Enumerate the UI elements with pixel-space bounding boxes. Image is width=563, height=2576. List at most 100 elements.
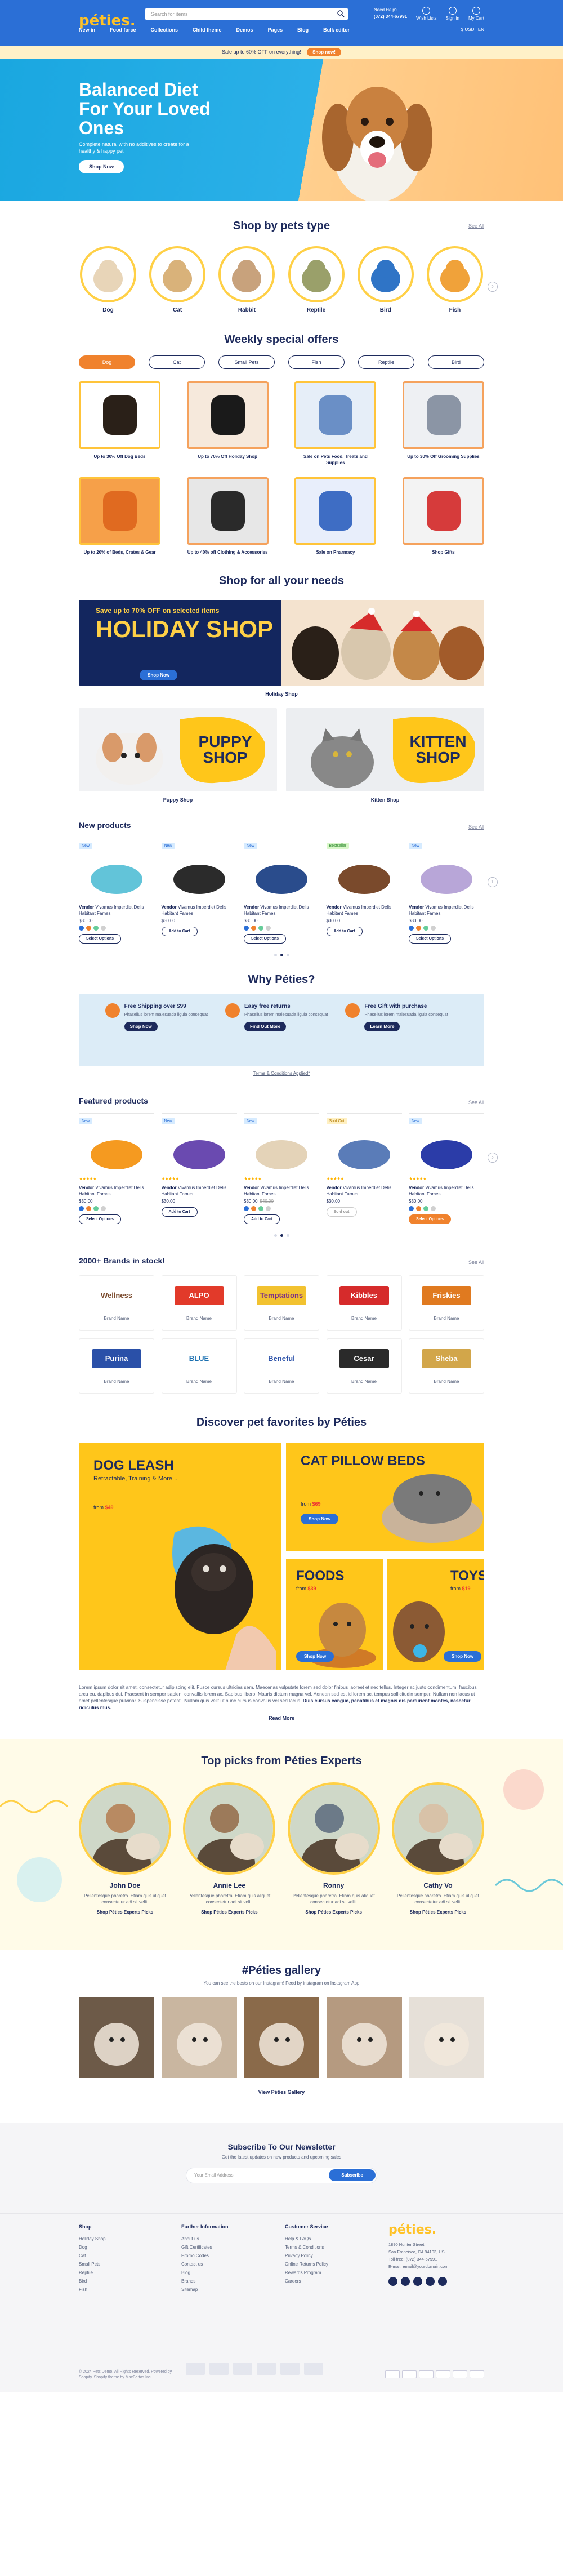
product-card[interactable]: New Vendor Vivamus Imperdiet Delis Habita… <box>161 838 237 944</box>
product-card[interactable]: New Vendor Vivamus Imperdiet Delis Habita… <box>244 838 319 944</box>
color-swatch[interactable] <box>431 926 436 931</box>
brand-card[interactable]: Wellness Brand Name <box>79 1275 154 1331</box>
offer-card[interactable]: Sale on Pets Food, Treats and Supplies <box>294 381 377 466</box>
color-swatch[interactable] <box>431 1206 436 1211</box>
brand-card[interactable]: Kibbles Brand Name <box>326 1275 402 1331</box>
product-card[interactable]: New Vendor Vivamus Imperdiet Delis Habita… <box>79 838 154 944</box>
product-image[interactable] <box>162 1127 237 1176</box>
offer-card[interactable]: Up to 30% Off Grooming Supplies <box>402 381 484 466</box>
nav-item[interactable]: Child theme <box>193 27 222 33</box>
product-cta-button[interactable]: Select Options <box>79 934 122 944</box>
product-image[interactable] <box>327 851 402 901</box>
product-title[interactable]: Vendor Vivamus Imperdiet Delis Habitant … <box>327 904 402 916</box>
toys-card[interactable]: TOYS from $19 Shop Now <box>387 1559 484 1670</box>
instagram-icon[interactable] <box>413 2277 422 2286</box>
footer-logo[interactable]: péties. <box>388 2223 436 2237</box>
page-dot[interactable] <box>286 954 289 956</box>
footer-link[interactable]: Bird <box>79 2277 106 2285</box>
color-swatch[interactable] <box>101 1206 106 1211</box>
search-input[interactable]: Search for items <box>145 8 348 20</box>
gallery-photo[interactable] <box>326 1997 402 2078</box>
footer-link[interactable]: Dog <box>79 2243 106 2252</box>
color-swatch[interactable] <box>86 1206 91 1211</box>
youtube-icon[interactable] <box>426 2277 435 2286</box>
brand-card[interactable]: Cesar Brand Name <box>326 1338 402 1394</box>
footer-link[interactable]: Promo Codes <box>181 2252 229 2260</box>
color-swatch[interactable] <box>101 926 106 931</box>
color-swatch[interactable] <box>258 926 263 931</box>
gallery-photo[interactable] <box>79 1997 154 2078</box>
footer-link[interactable]: Reptile <box>79 2268 106 2277</box>
color-swatch[interactable] <box>258 1206 263 1211</box>
brand-card[interactable]: ALPO Brand Name <box>161 1275 237 1331</box>
color-swatch[interactable] <box>86 926 91 931</box>
nav-item[interactable]: Demos <box>236 27 253 33</box>
expert-picks-link[interactable]: Shop Péties Experts Picks <box>392 1910 484 1915</box>
offer-tab[interactable]: Bird <box>428 355 484 369</box>
product-title[interactable]: Vendor Vivamus Imperdiet Delis Habitant … <box>244 1185 319 1197</box>
gallery-photo[interactable] <box>244 1997 319 2078</box>
offer-card[interactable]: Up to 20% of Beds, Crates & Gear <box>79 477 160 555</box>
new-products-next-arrow[interactable]: › <box>488 877 498 887</box>
read-more-link[interactable]: Read More <box>79 1715 484 1721</box>
offer-tab[interactable]: Reptile <box>358 355 414 369</box>
promo-button[interactable]: Shop now! <box>307 48 341 56</box>
product-image[interactable] <box>79 851 154 901</box>
kitten-shop-card[interactable]: KITTEN SHOP Kitten Shop <box>286 708 484 803</box>
twitter-icon[interactable] <box>401 2277 410 2286</box>
expert-card[interactable]: Ronny Pellentesque pharetra. Etiam quis a… <box>287 1782 380 1915</box>
footer-link[interactable]: About us <box>181 2235 229 2243</box>
pet-type-card[interactable]: Dog <box>79 246 137 313</box>
product-cta-button[interactable]: Add to Cart <box>161 1207 198 1217</box>
offer-card[interactable]: Sale on Pharmacy <box>294 477 377 555</box>
page-dot-active[interactable] <box>280 1234 283 1237</box>
color-swatch[interactable] <box>244 1206 249 1211</box>
product-image[interactable] <box>162 851 237 901</box>
expert-picks-link[interactable]: Shop Péties Experts Picks <box>183 1910 275 1915</box>
color-swatch[interactable] <box>409 926 414 931</box>
product-title[interactable]: Vendor Vivamus Imperdiet Delis Habitant … <box>79 904 154 916</box>
product-image[interactable] <box>327 1127 402 1176</box>
pets-see-all[interactable]: See All <box>468 223 484 229</box>
currency-selector[interactable]: $ USD | EN <box>461 27 484 32</box>
dog-leash-card[interactable]: DOG LEASH Retractable, Training & More..… <box>79 1443 282 1670</box>
nav-item[interactable]: Collections <box>151 27 178 33</box>
signin-link[interactable]: Sign in <box>446 7 459 21</box>
product-cta-button[interactable]: Add to Cart <box>244 1214 280 1224</box>
page-dot-active[interactable] <box>280 954 283 956</box>
nav-item[interactable]: Food force <box>110 27 136 33</box>
pet-type-card[interactable]: Rabbit <box>217 246 276 313</box>
search-icon[interactable] <box>337 10 345 17</box>
color-swatch[interactable] <box>93 926 99 931</box>
color-swatch[interactable] <box>416 1206 421 1211</box>
puppy-shop-card[interactable]: PUPPY SHOP Puppy Shop <box>79 708 277 803</box>
offer-tab[interactable]: Small Pets <box>218 355 275 369</box>
holiday-caption[interactable]: Holiday Shop <box>79 691 484 697</box>
offer-tab[interactable]: Cat <box>149 355 205 369</box>
product-image[interactable] <box>244 1127 319 1176</box>
expert-picks-link[interactable]: Shop Péties Experts Picks <box>79 1910 171 1915</box>
cat-beds-card[interactable]: CAT PILLOW BEDS from $69 Shop Now <box>286 1443 484 1551</box>
color-swatch[interactable] <box>416 926 421 931</box>
footer-link[interactable]: Contact us <box>181 2260 229 2268</box>
product-title[interactable]: Vendor Vivamus Imperdiet Delis Habitant … <box>162 1185 237 1197</box>
color-swatch[interactable] <box>423 1206 428 1211</box>
toys-shop-button[interactable]: Shop Now <box>444 1651 482 1662</box>
color-swatch[interactable] <box>251 926 256 931</box>
new-products-see-all[interactable]: See All <box>468 824 484 830</box>
brand-card[interactable]: Beneful Brand Name <box>244 1338 319 1394</box>
help-phone[interactable]: Need Help? (072) 344-67991 <box>374 7 407 21</box>
footer-link[interactable]: Fish <box>79 2285 106 2294</box>
page-dot[interactable] <box>274 1234 277 1237</box>
product-image[interactable] <box>409 851 484 901</box>
offer-card[interactable]: Shop Gifts <box>402 477 484 555</box>
product-image[interactable] <box>409 1127 484 1176</box>
featured-see-all[interactable]: See All <box>468 1100 484 1105</box>
expert-card[interactable]: Annie Lee Pellentesque pharetra. Etiam qu… <box>183 1782 276 1915</box>
brands-see-all[interactable]: See All <box>468 1260 484 1265</box>
wishlist-link[interactable]: Wish Lists <box>416 7 437 21</box>
product-card[interactable]: Bestseller Vendor Vivamus Imperdiet Delis… <box>326 838 402 944</box>
product-card[interactable]: New ★★★★★ Vendor Vivamus Imperdiet Delis H… <box>244 1113 319 1224</box>
offer-card[interactable]: Up to 70% Off Holiday Shop <box>186 381 269 466</box>
offer-tab[interactable]: Fish <box>288 355 345 369</box>
